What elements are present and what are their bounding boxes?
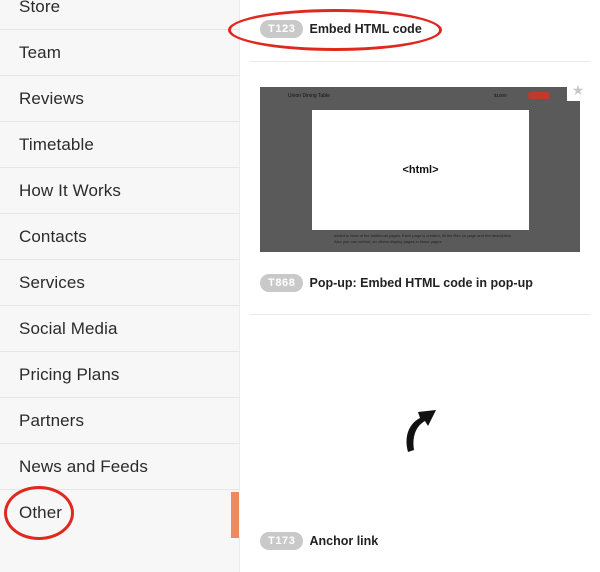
sidebar-item-social-media[interactable]: Social Media [0, 306, 240, 352]
sidebar-item-label: Contacts [19, 226, 87, 246]
sidebar-item-pricing-plans[interactable]: Pricing Plans [0, 352, 240, 398]
preview-price: $1000 [494, 93, 507, 98]
preview-html-label: <html> [402, 164, 439, 176]
preview-popup-box: <html> [312, 110, 529, 230]
block-code-badge: T868 [260, 274, 304, 292]
block-title: Pop-up: Embed HTML code in pop-up [309, 276, 533, 290]
block-title: Embed HTML code [309, 22, 422, 36]
block-code-badge: T173 [260, 532, 304, 550]
sidebar-item-label: News and Feeds [19, 456, 148, 476]
preview-button [528, 92, 550, 99]
sidebar-item-label: Team [19, 42, 61, 62]
block-title: Anchor link [309, 534, 379, 548]
sidebar-item-how-it-works[interactable]: How It Works [0, 168, 240, 214]
sidebar-item-contacts[interactable]: Contacts [0, 214, 240, 260]
curved-arrow-icon [400, 402, 440, 454]
preview-body-text: added in front of the additional pages. … [334, 233, 513, 244]
sidebar-item-label: Services [19, 272, 85, 292]
sidebar-item-label: Store [19, 0, 61, 16]
block-t868[interactable]: T868 Pop-up: Embed HTML code in pop-up [260, 274, 533, 292]
sidebar-item-timetable[interactable]: Timetable [0, 122, 240, 168]
sidebar-item-label: Reviews [19, 88, 84, 108]
sidebar-item-label: Pricing Plans [19, 364, 120, 384]
sidebar-item-news-and-feeds[interactable]: News and Feeds [0, 444, 240, 490]
active-indicator [231, 492, 239, 538]
category-sidebar: Store Team Reviews Timetable How It Work… [0, 0, 240, 572]
sidebar-item-label: Other [19, 503, 63, 522]
divider [250, 61, 590, 62]
sidebar-item-store[interactable]: Store [0, 0, 240, 30]
sidebar-item-partners[interactable]: Partners [0, 398, 240, 444]
sidebar-item-other[interactable]: Other [0, 490, 240, 536]
sidebar-item-label: Partners [19, 410, 85, 430]
block-preview-image[interactable]: Union Dining Table $1000 <html> added in… [260, 87, 580, 252]
sidebar-item-label: Social Media [19, 318, 118, 338]
preview-page-title: Union Dining Table [288, 93, 330, 99]
sidebar-item-reviews[interactable]: Reviews [0, 76, 240, 122]
block-code-badge: T123 [260, 20, 304, 38]
sidebar-item-label: Timetable [19, 134, 94, 154]
sidebar-item-team[interactable]: Team [0, 30, 240, 76]
star-icon[interactable]: ★ [567, 79, 589, 101]
block-t173[interactable]: T173 Anchor link [260, 532, 378, 550]
divider [250, 314, 590, 315]
sidebar-item-label: How It Works [19, 180, 121, 200]
block-t123[interactable]: T123 Embed HTML code [260, 20, 422, 38]
sidebar-item-services[interactable]: Services [0, 260, 240, 306]
